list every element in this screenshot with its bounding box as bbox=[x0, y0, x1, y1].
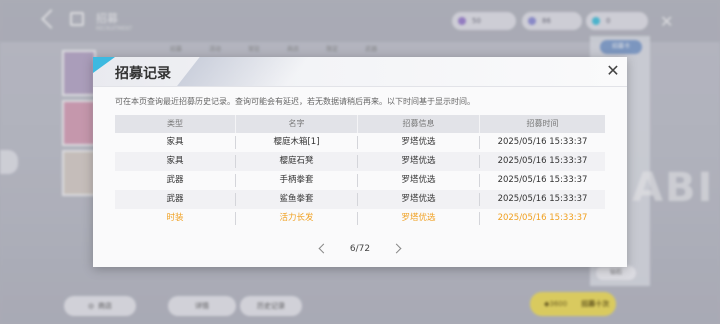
history-table: 类型 名字 招募信息 招募时间 家具 樱庭木箱[1] 罗塔优选 2025/05/… bbox=[115, 115, 605, 228]
chevron-right-icon[interactable] bbox=[391, 242, 405, 256]
cell-type: 时装 bbox=[115, 212, 236, 225]
cell-time: 2025/05/16 15:33:37 bbox=[497, 137, 588, 147]
column-header-type: 类型 bbox=[115, 115, 236, 133]
cell-type: 家具 bbox=[115, 136, 236, 149]
recruit-history-dialog: 招募记录 ✕ 可在本页查询最近招募历史记录。查询可能会有延迟，若无数据请稍后再来… bbox=[93, 57, 627, 267]
cell-info: 罗塔优选 bbox=[358, 193, 480, 206]
close-icon[interactable]: ✕ bbox=[604, 62, 622, 80]
header-stripe bbox=[176, 57, 310, 86]
page-indicator: 6/72 bbox=[349, 244, 371, 254]
cell-type: 武器 bbox=[115, 174, 236, 187]
table-row-highlighted: 时装 活力长发 罗塔优选 2025/05/16 15:33:37 bbox=[115, 209, 605, 228]
cell-name: 樱庭木箱[1] bbox=[236, 136, 358, 149]
cell-time: 2025/05/16 15:33:37 bbox=[497, 156, 588, 166]
cell-time: 2025/05/16 15:33:37 bbox=[497, 213, 588, 223]
cell-time: 2025/05/16 15:33:37 bbox=[497, 194, 588, 204]
table-header: 类型 名字 招募信息 招募时间 bbox=[115, 115, 605, 133]
cell-info: 罗塔优选 bbox=[358, 136, 480, 149]
dialog-notice: 可在本页查询最近招募历史记录。查询可能会有延迟，若无数据请稍后再来。以下时间基于… bbox=[115, 97, 475, 106]
header-accent bbox=[93, 57, 115, 73]
dialog-title: 招募记录 bbox=[115, 66, 171, 82]
cell-name: 手柄拳套 bbox=[236, 174, 358, 187]
pagination: 6/72 bbox=[93, 240, 627, 258]
cell-name: 鲨鱼拳套 bbox=[236, 193, 358, 206]
dialog-header: 招募记录 ✕ bbox=[93, 57, 627, 87]
cell-info: 罗塔优选 bbox=[358, 155, 480, 168]
cell-type: 家具 bbox=[115, 155, 236, 168]
cell-name: 活力长发 bbox=[236, 212, 358, 225]
table-row: 家具 樱庭木箱[1] 罗塔优选 2025/05/16 15:33:37 bbox=[115, 133, 605, 152]
table-row: 武器 手柄拳套 罗塔优选 2025/05/16 15:33:37 bbox=[115, 171, 605, 190]
column-header-info: 招募信息 bbox=[358, 115, 480, 133]
table-row: 家具 樱庭石凳 罗塔优选 2025/05/16 15:33:37 bbox=[115, 152, 605, 171]
cell-type: 武器 bbox=[115, 193, 236, 206]
cell-time: 2025/05/16 15:33:37 bbox=[497, 175, 588, 185]
table-row: 武器 鲨鱼拳套 罗塔优选 2025/05/16 15:33:37 bbox=[115, 190, 605, 209]
cell-info: 罗塔优选 bbox=[358, 212, 480, 225]
column-header-name: 名字 bbox=[236, 115, 358, 133]
cell-info: 罗塔优选 bbox=[358, 174, 480, 187]
column-header-time: 招募时间 bbox=[526, 119, 559, 128]
table-body: 家具 樱庭木箱[1] 罗塔优选 2025/05/16 15:33:37 家具 樱… bbox=[115, 133, 605, 228]
chevron-left-icon[interactable] bbox=[315, 242, 329, 256]
cell-name: 樱庭石凳 bbox=[236, 155, 358, 168]
